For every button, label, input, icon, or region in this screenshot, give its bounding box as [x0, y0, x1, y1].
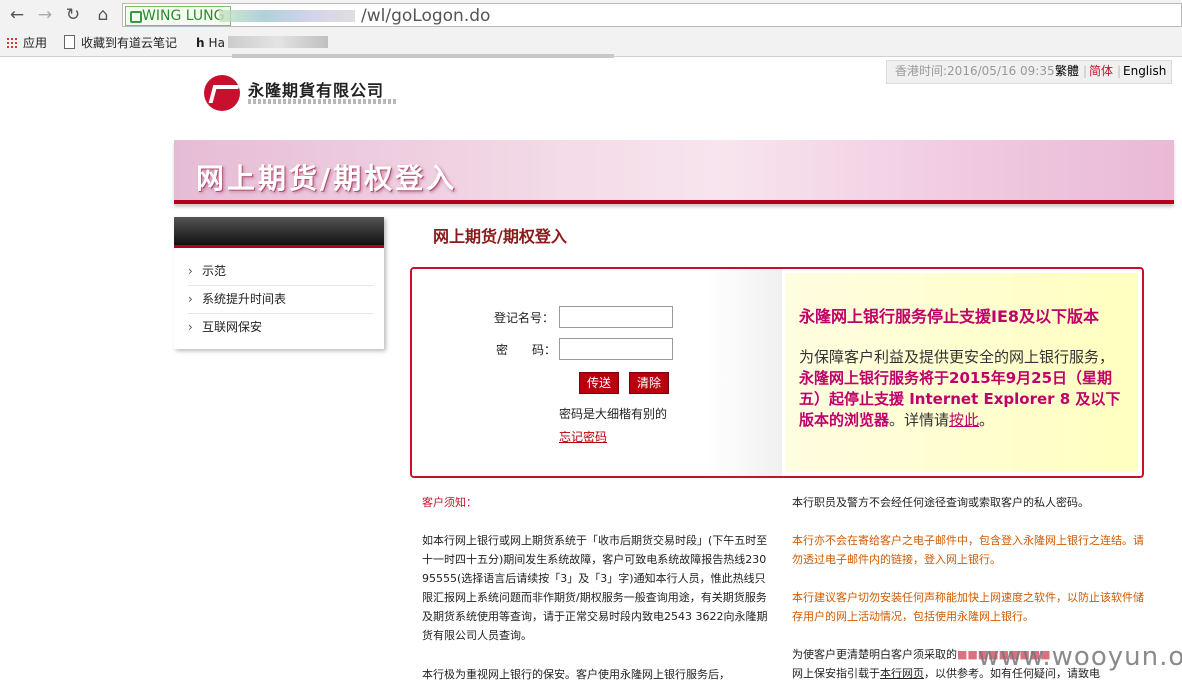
browser-toolbar: ← → ↻ ⌂ WING LUNG /wl/goLogon.do — [0, 0, 1182, 30]
home-icon[interactable]: ⌂ — [92, 4, 114, 26]
sidebar-item-demo[interactable]: › 示范 — [188, 258, 374, 286]
apps-icon — [6, 37, 18, 49]
redacted-bookmark — [228, 36, 328, 48]
chevron-right-icon: › — [188, 320, 193, 334]
bookmark-label: 应用 — [23, 36, 48, 50]
reload-icon[interactable]: ↻ — [62, 4, 84, 26]
address-bar[interactable]: WING LUNG /wl/goLogon.do — [122, 3, 1182, 27]
notice-text: 。详情请 — [889, 411, 950, 429]
login-panel: 登记名号： 密 码： 传送 清除 密码是大细楷有别的 忘记密码 永隆网上银行服务… — [410, 267, 1144, 478]
security-note-2: 本行亦不会在寄给客户之电子邮件中，包含登入永隆网上银行之连结。请勿透过电子邮件内… — [792, 534, 1144, 566]
note-text: 网上保安指引载于 — [792, 667, 880, 680]
submit-button[interactable]: 传送 — [579, 372, 620, 394]
forgot-password-link[interactable]: 忘记密码 — [559, 428, 607, 445]
password-label: 密 码： — [496, 343, 557, 357]
notice-text: 。 — [979, 411, 995, 429]
sidebar-item-schedule[interactable]: › 系统提升时间表 — [188, 286, 374, 314]
sidebar-item-label: 示范 — [202, 264, 227, 278]
separator: | — [1117, 64, 1122, 78]
bookmark-label: 收藏到有道云笔记 — [81, 36, 178, 50]
site-page: 永隆期貨有限公司 香港时间:2016/05/16 09:35 繁體 | 简体 |… — [174, 57, 1174, 688]
page-banner: 网上期货/期权登入 — [174, 140, 1174, 204]
chevron-right-icon: › — [188, 264, 193, 278]
chevron-right-icon: › — [188, 292, 193, 306]
password-input[interactable] — [559, 338, 673, 360]
note-text: 为使客户更清楚明白客户须采取的 — [792, 648, 957, 661]
sidebar-item-security[interactable]: › 互联网保安 — [188, 314, 374, 341]
ie8-notice: 永隆网上银行服务停止支援IE8及以下版本 为保障客户利益及提供更安全的网上银行服… — [785, 273, 1138, 472]
notice-details-link[interactable]: 按此 — [949, 411, 979, 429]
case-sensitive-note: 密码是大细楷有别的 — [559, 407, 668, 421]
separator: | — [1083, 64, 1088, 78]
ev-certificate-badge[interactable]: WING LUNG — [125, 6, 232, 26]
sidebar: › 示范 › 系统提升时间表 › 互联网保安 — [174, 217, 384, 349]
sidebar-item-label: 系统提升时间表 — [202, 292, 287, 306]
logo-text: 永隆期貨有限公司 — [248, 81, 385, 100]
bookmark-apps[interactable]: 应用 — [6, 35, 47, 51]
back-icon[interactable]: ← — [6, 4, 28, 26]
bookmark-youdao[interactable]: 收藏到有道云笔记 — [64, 35, 177, 51]
hk-time: 香港时间:2016/05/16 09:35 — [895, 64, 1055, 78]
notice-body: 为保障客户利益及提供更安全的网上银行服务，永隆网上银行服务将于2015年9月25… — [799, 347, 1129, 431]
ev-label: WING LUNG — [142, 8, 225, 24]
security-note-1: 本行职员及警方不会经任何途径查询或索取客户的私人密码。 — [792, 496, 1089, 509]
banner-title: 网上期货/期权登入 — [196, 162, 458, 195]
notice-text: 为保障客户利益及提供更安全的网上银行服务， — [799, 348, 1115, 366]
h-icon: h — [196, 36, 205, 50]
lang-english[interactable]: English — [1123, 61, 1166, 81]
forward-icon[interactable]: → — [34, 4, 56, 26]
bookmarks-bar: 应用 收藏到有道云笔记 h Ha — [0, 30, 1182, 57]
username-input[interactable] — [559, 306, 673, 328]
sidebar-header — [174, 217, 384, 248]
customer-notice-p2: 本行极为重视网上银行的保安。客户使用永隆网上银行服务后， — [422, 668, 730, 681]
website-link[interactable]: 本行网页 — [880, 667, 924, 680]
lang-traditional[interactable]: 繁體 — [1055, 61, 1079, 81]
url-path: /wl/goLogon.do — [361, 6, 491, 26]
clear-button[interactable]: 清除 — [629, 372, 670, 394]
redacted-url — [219, 10, 355, 22]
sidebar-item-label: 互联网保安 — [202, 320, 263, 334]
security-note-3: 本行建议客户切勿安装任何声称能加快上网速度之软件，以防止该软件储存用户的网上活动… — [792, 591, 1144, 623]
lock-icon — [130, 11, 142, 23]
page-icon — [64, 35, 75, 49]
watermark: www.wooyun.org — [978, 642, 1182, 672]
top-utility-bar: 香港时间:2016/05/16 09:35 繁體 | 简体 | English — [886, 60, 1172, 84]
page-title: 网上期货/期权登入 — [433, 227, 567, 246]
bank-logo-icon — [204, 75, 240, 111]
login-form: 登记名号： 密 码： 传送 清除 密码是大细楷有别的 忘记密码 — [412, 269, 782, 476]
customer-notice-p1: 如本行网上银行或网上期货系统于「收市后期货交易时段」(下午五时至十一时四十五分)… — [422, 534, 768, 642]
notice-title: 永隆网上银行服务停止支援IE8及以下版本 — [799, 307, 1100, 326]
logo-subtitle — [248, 99, 398, 104]
bookmark-ha[interactable]: h Ha — [196, 35, 225, 51]
username-label: 登记名号： — [494, 311, 555, 325]
bookmark-label: Ha — [208, 36, 225, 50]
lang-simplified[interactable]: 简体 — [1089, 61, 1113, 81]
customer-notice-title: 客户须知： — [422, 496, 477, 509]
